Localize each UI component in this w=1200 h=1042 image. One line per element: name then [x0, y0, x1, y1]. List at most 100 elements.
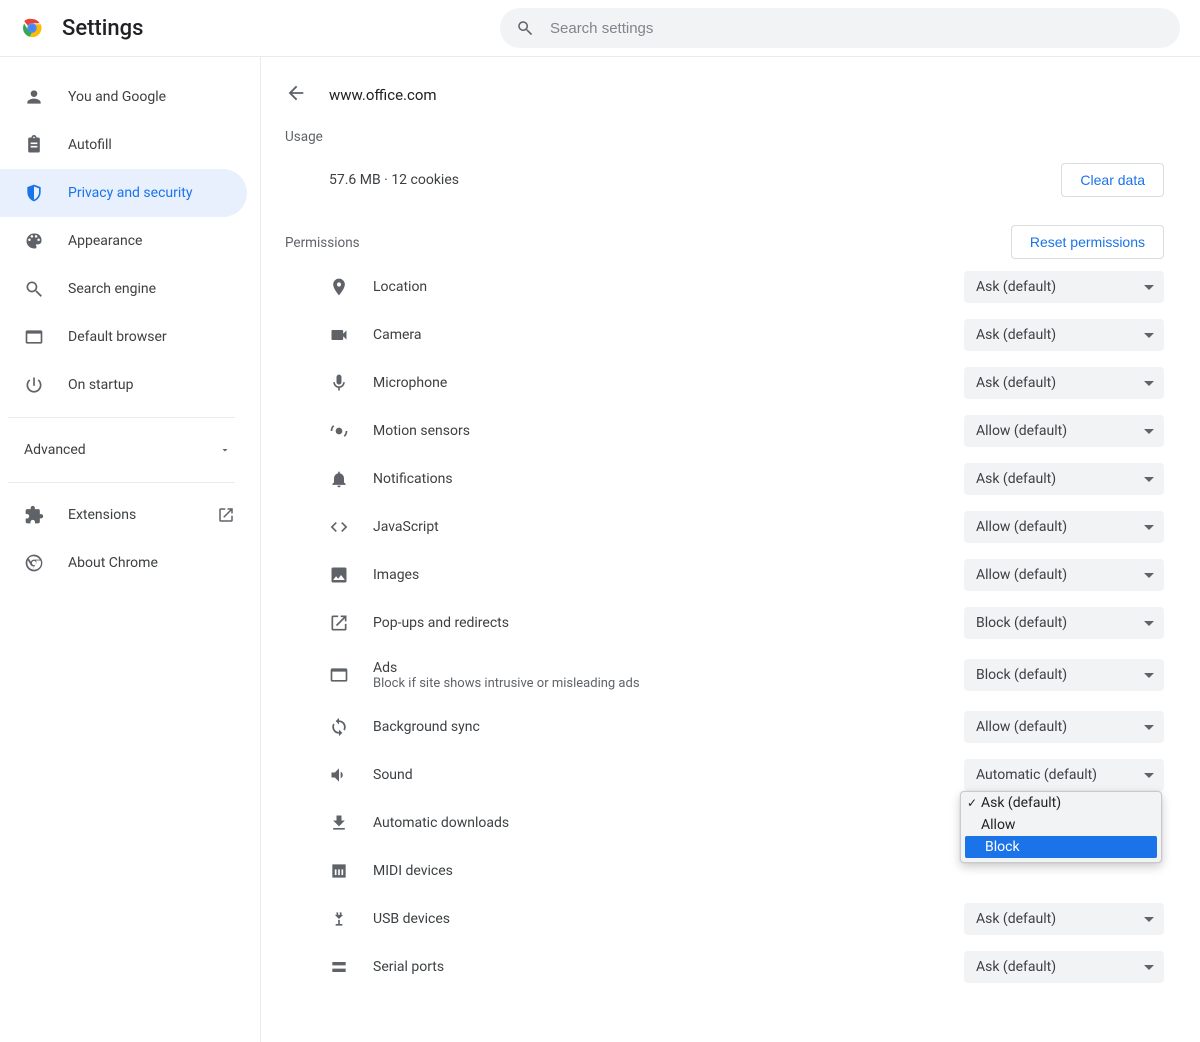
permission-dropdown[interactable]: ✓Ask (default) Allow Block — [960, 791, 1162, 863]
shield-icon — [24, 183, 44, 203]
sidebar-item-appearance[interactable]: Appearance — [0, 217, 247, 265]
permission-value: Automatic (default) — [976, 767, 1097, 783]
sidebar-item-extensions[interactable]: Extensions — [0, 491, 247, 539]
permission-row: USB devices Ask (default) — [285, 895, 1164, 943]
permission-value: Block (default) — [976, 615, 1067, 631]
permission-value: Ask (default) — [976, 375, 1056, 391]
sidebar-item-label: Default browser — [68, 329, 235, 345]
motion-sensors-icon — [329, 421, 349, 441]
permission-label: Pop-ups and redirects — [373, 615, 940, 631]
caret-down-icon — [1144, 917, 1154, 922]
permission-value: Ask (default) — [976, 911, 1056, 927]
permission-select[interactable]: Ask (default) — [964, 367, 1164, 399]
permission-value: Allow (default) — [976, 567, 1067, 583]
sidebar-item-you-and-google[interactable]: You and Google — [0, 73, 247, 121]
clear-data-button[interactable]: Clear data — [1061, 163, 1164, 197]
permission-label: Ads — [373, 660, 940, 676]
permission-label: Automatic downloads — [373, 815, 940, 831]
dropdown-option-label: Allow — [981, 817, 1015, 833]
settings-search[interactable] — [500, 8, 1180, 48]
permission-select[interactable]: Allow (default) — [964, 559, 1164, 591]
midi-icon — [329, 861, 349, 881]
power-icon — [24, 375, 44, 395]
ad-icon — [329, 665, 349, 685]
caret-down-icon — [1144, 773, 1154, 778]
popup-icon — [329, 613, 349, 633]
sound-icon — [329, 765, 349, 785]
caret-down-icon — [1144, 573, 1154, 578]
dropdown-option-label: Ask (default) — [981, 795, 1061, 811]
clipboard-icon — [24, 135, 44, 155]
permissions-heading: Permissions — [285, 235, 360, 251]
sidebar-item-label: Extensions — [68, 507, 193, 523]
site-hostname: www.office.com — [329, 86, 437, 104]
sidebar-item-privacy-security[interactable]: Privacy and security — [0, 169, 247, 217]
permission-label: Sound — [373, 767, 940, 783]
permission-select[interactable]: Ask (default) — [964, 903, 1164, 935]
permission-value: Allow (default) — [976, 423, 1067, 439]
dropdown-option[interactable]: Allow — [961, 814, 1161, 836]
microphone-icon — [329, 373, 349, 393]
permission-select[interactable]: Allow (default) — [964, 511, 1164, 543]
permission-label: Serial ports — [373, 959, 940, 975]
caret-down-icon — [1144, 725, 1154, 730]
permission-label: Images — [373, 567, 940, 583]
download-icon — [329, 813, 349, 833]
sidebar-item-label: You and Google — [68, 89, 235, 105]
permission-value: Ask (default) — [976, 327, 1056, 343]
permission-select[interactable]: Block (default) — [964, 659, 1164, 691]
serial-port-icon — [329, 957, 349, 977]
extension-icon — [24, 505, 44, 525]
dropdown-option[interactable]: Block — [965, 836, 1157, 858]
permission-select[interactable]: Ask (default) — [964, 463, 1164, 495]
sidebar-item-label: Privacy and security — [68, 185, 235, 201]
sidebar-item-label: Search engine — [68, 281, 235, 297]
permission-value: Ask (default) — [976, 279, 1056, 295]
permission-select[interactable]: Ask (default) — [964, 319, 1164, 351]
permission-value: Ask (default) — [976, 959, 1056, 975]
search-icon — [516, 19, 534, 37]
sidebar-advanced-toggle[interactable]: Advanced — [0, 426, 259, 474]
sidebar-item-default-browser[interactable]: Default browser — [0, 313, 247, 361]
permission-row: MicrophoneAsk (default) — [285, 359, 1164, 407]
permission-label: MIDI devices — [373, 863, 940, 879]
external-link-icon — [217, 506, 235, 524]
permission-select[interactable]: Allow (default) — [964, 711, 1164, 743]
permission-value: Block (default) — [976, 667, 1067, 683]
dropdown-option[interactable]: ✓Ask (default) — [961, 792, 1161, 814]
camera-icon — [329, 325, 349, 345]
sidebar-item-autofill[interactable]: Autofill — [0, 121, 247, 169]
sidebar-item-on-startup[interactable]: On startup — [0, 361, 247, 409]
caret-down-icon — [1144, 381, 1154, 386]
person-icon — [24, 87, 44, 107]
permission-select[interactable]: Allow (default) — [964, 415, 1164, 447]
caret-down-icon — [1144, 525, 1154, 530]
permission-value: Allow (default) — [976, 519, 1067, 535]
sidebar-item-label: Appearance — [68, 233, 235, 249]
sidebar-item-search-engine[interactable]: Search engine — [0, 265, 247, 313]
notifications-icon — [329, 469, 349, 489]
caret-down-icon — [1144, 621, 1154, 626]
reset-permissions-button[interactable]: Reset permissions — [1011, 225, 1164, 259]
permission-select[interactable]: Ask (default) — [964, 271, 1164, 303]
permission-row: Background sync Allow (default) — [285, 703, 1164, 751]
permission-select[interactable]: Ask (default) — [964, 951, 1164, 983]
permission-label: Notifications — [373, 471, 940, 487]
search-input[interactable] — [550, 20, 1164, 37]
permission-label: Background sync — [373, 719, 940, 735]
sidebar-item-about-chrome[interactable]: About Chrome — [0, 539, 247, 587]
permission-row: AdsBlock if site shows intrusive or misl… — [285, 647, 1164, 703]
permission-select[interactable]: Automatic (default) — [964, 759, 1164, 791]
sidebar-item-label: On startup — [68, 377, 235, 393]
permission-value: Ask (default) — [976, 471, 1056, 487]
arrow-back-icon — [285, 82, 307, 104]
caret-down-icon — [1144, 429, 1154, 434]
permission-label: USB devices — [373, 911, 940, 927]
permission-row: CameraAsk (default) — [285, 311, 1164, 359]
permission-select[interactable]: Block (default) — [964, 607, 1164, 639]
back-button[interactable] — [285, 82, 307, 108]
permission-row: Notifications Ask (default) — [285, 455, 1164, 503]
chrome-logo-icon — [20, 16, 44, 40]
checkmark-icon: ✓ — [967, 796, 981, 810]
permission-row: Motion sensorsAllow (default) — [285, 407, 1164, 455]
